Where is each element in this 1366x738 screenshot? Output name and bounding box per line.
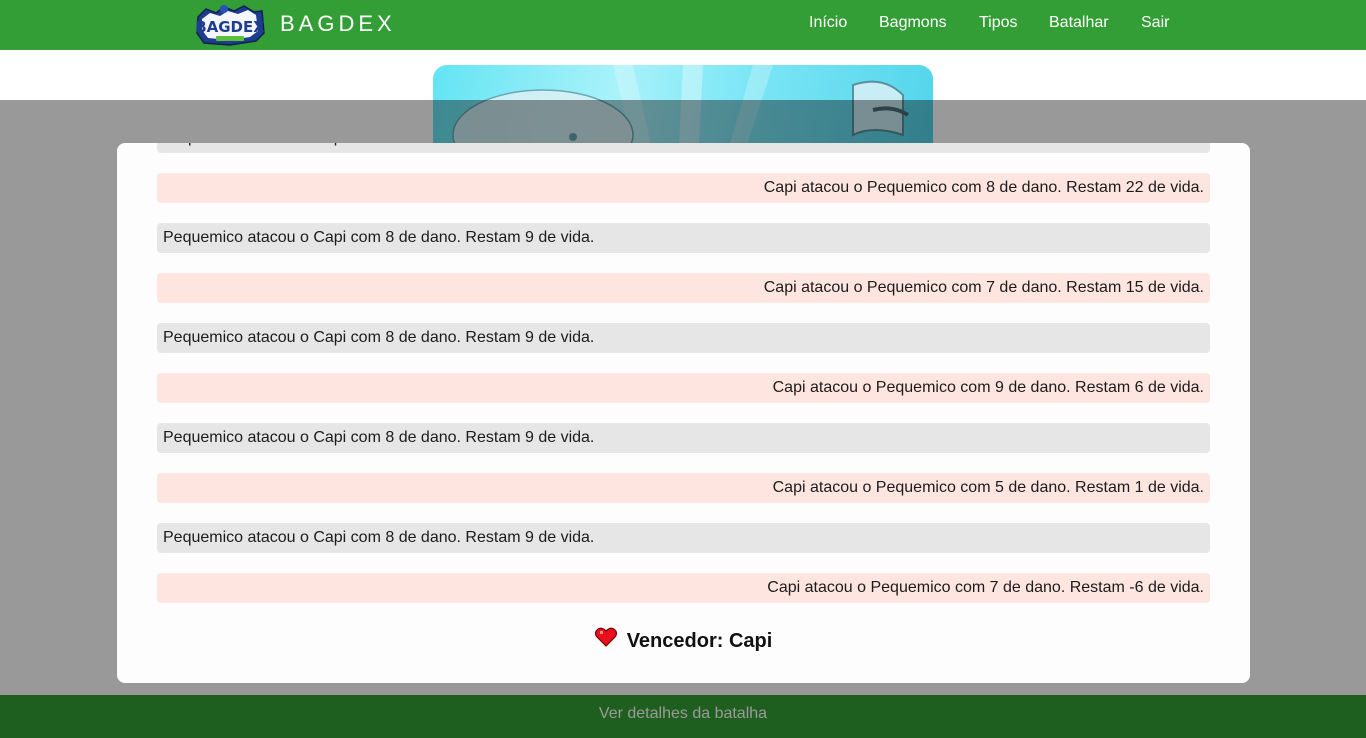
winner-banner: Vencedor: Capi <box>117 627 1250 659</box>
log-entry-enemy: Pequemico atacou o Capi com 8 de dano. R… <box>157 423 1210 453</box>
nav-inicio[interactable]: Início <box>809 14 847 32</box>
log-entry-enemy: Pequemico atacou o Capi com 8 de dano. R… <box>157 323 1210 353</box>
battle-result-modal: Pequemico atacou o Capi com 8 de dano. R… <box>117 143 1250 683</box>
heart-icon <box>594 627 617 647</box>
bagdex-logo-icon[interactable]: BAGDEX <box>194 3 266 47</box>
nav-tipos[interactable]: Tipos <box>979 14 1018 32</box>
log-entry-player: Capi atacou o Pequemico com 9 de dano. R… <box>157 373 1210 403</box>
log-entry-enemy: Pequemico atacou o Capi com 8 de dano. R… <box>157 223 1210 253</box>
battle-log: Pequemico atacou o Capi com 8 de dano. R… <box>157 143 1210 623</box>
log-entry-enemy: Pequemico atacou o Capi com 8 de dano. R… <box>157 523 1210 553</box>
log-entry-player: Capi atacou o Pequemico com 5 de dano. R… <box>157 473 1210 503</box>
log-entry-player: Capi atacou o Pequemico com 7 de dano. R… <box>157 273 1210 303</box>
top-navbar: BAGDEX BAGDEX Início Bagmons Tipos Batal… <box>0 0 1366 50</box>
brand-title[interactable]: BAGDEX <box>280 11 396 37</box>
log-entry-player: Capi atacou o Pequemico com 8 de dano. R… <box>157 173 1210 203</box>
log-entry-player: Capi atacou o Pequemico com 7 de dano. R… <box>157 573 1210 603</box>
winner-label: Vencedor: Capi <box>626 630 773 652</box>
log-entry-enemy: Pequemico atacou o Capi com 8 de dano. R… <box>157 143 1210 153</box>
svg-text:BAGDEX: BAGDEX <box>195 18 265 36</box>
nav-sair[interactable]: Sair <box>1141 14 1169 32</box>
nav-batalhar[interactable]: Batalhar <box>1049 14 1109 32</box>
nav-bagmons[interactable]: Bagmons <box>879 14 947 32</box>
